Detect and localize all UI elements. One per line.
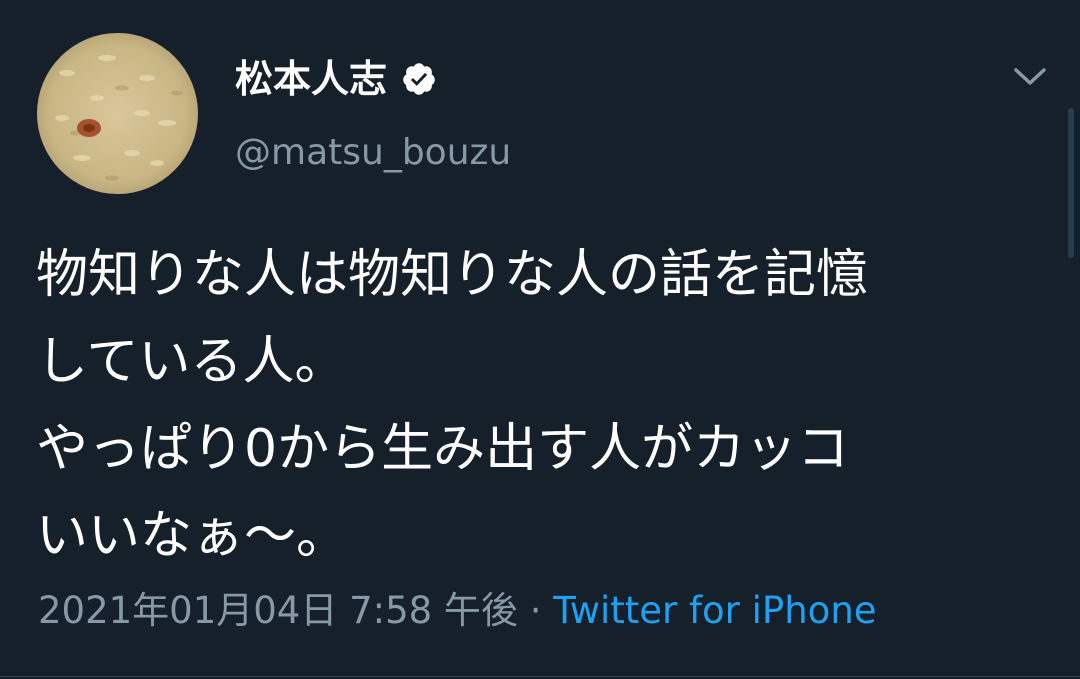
tweet-text-line: やっぱり0から生み出す人がカッコ — [36, 419, 850, 479]
source-link[interactable]: Twitter for iPhone — [553, 589, 876, 632]
timestamp[interactable]: 2021年01月04日 7:58 午後 — [38, 589, 518, 632]
handle[interactable]: @matsu_bouzu — [235, 128, 511, 178]
verified-badge-icon — [403, 63, 435, 95]
author-name-row[interactable]: 松本人志 — [235, 52, 437, 106]
scrollbar[interactable] — [1068, 108, 1074, 258]
meta-separator: · — [517, 589, 554, 632]
chevron-down-icon[interactable] — [1010, 62, 1050, 90]
divider — [0, 676, 1080, 677]
tweet-card: 松本人志 @matsu_bouzu 物知りな人は物知りな人の話を記憶 している人… — [0, 0, 1080, 679]
tweet-text-line: している人。 — [36, 332, 347, 392]
avatar[interactable] — [37, 33, 198, 194]
avatar-image — [37, 33, 198, 194]
display-name[interactable]: 松本人志 — [235, 52, 387, 106]
tweet-text-line: いいなぁ〜。 — [36, 506, 349, 566]
tweet-text-line: 物知りな人は物知りな人の話を記憶 — [36, 245, 869, 305]
tweet-text: 物知りな人は物知りな人の話を記憶 している人。 やっぱり0から生み出す人がカッコ… — [36, 232, 1056, 580]
tweet-meta: 2021年01月04日 7:58 午後 · Twitter for iPhone — [38, 586, 877, 636]
